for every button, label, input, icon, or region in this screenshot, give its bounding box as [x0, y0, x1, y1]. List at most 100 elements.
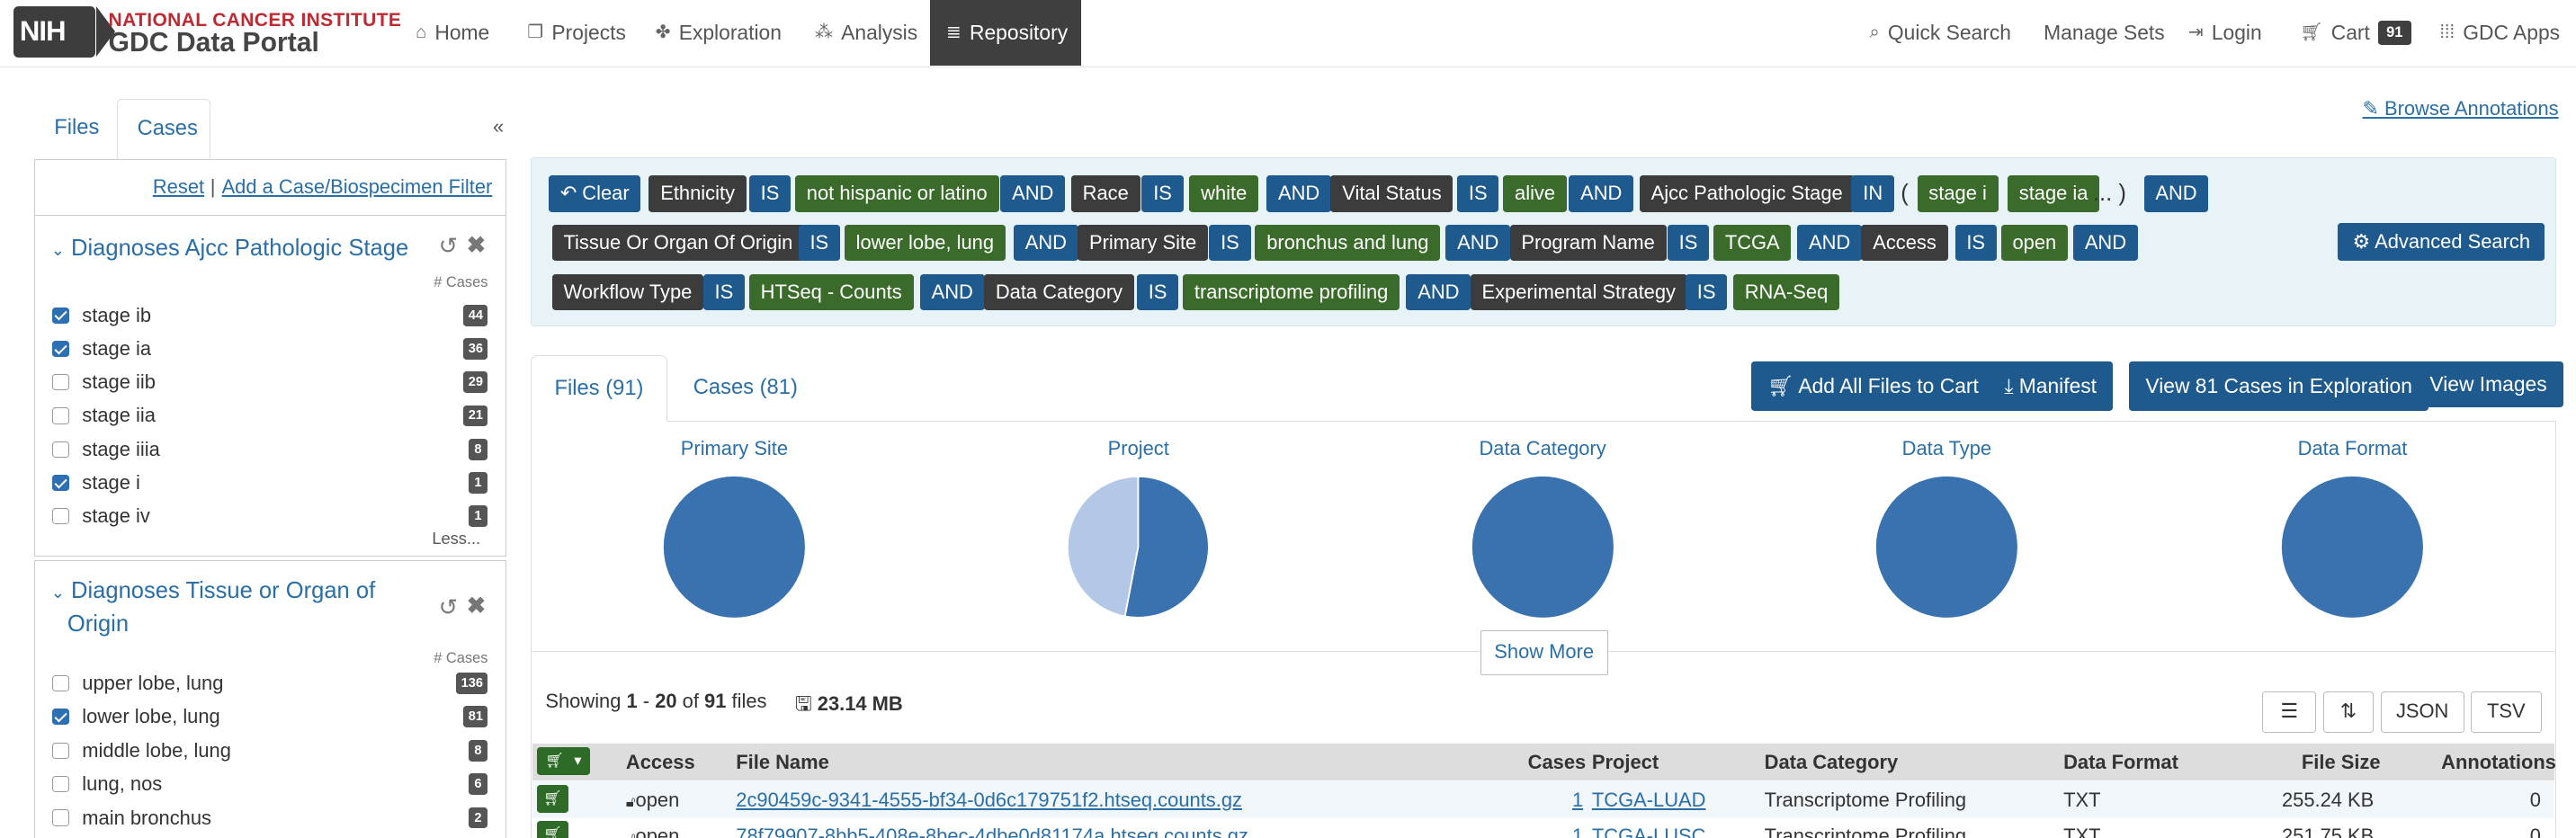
query-value-chip[interactable]: stage ia [2007, 175, 2100, 212]
checkbox[interactable] [52, 508, 69, 525]
nav-analysis[interactable]: ⁂ Analysis [801, 0, 930, 66]
remove-facet-icon[interactable]: ✖ [467, 593, 486, 620]
browse-annotations-link[interactable]: ✎ Browse Annotations [2363, 97, 2559, 120]
col-annotations[interactable]: Annotations [2441, 751, 2556, 774]
chart-title[interactable]: Data Format [2221, 437, 2483, 460]
add-to-cart-button[interactable]: 🛒︎ [537, 821, 568, 838]
query-value-chip[interactable]: transcriptome profiling [1183, 274, 1400, 311]
facet-option[interactable]: stage iiia 8 [52, 436, 488, 462]
tsv-export-button[interactable]: TSV [2471, 691, 2542, 733]
col-project[interactable]: Project [1592, 751, 1659, 774]
facet-stage-title[interactable]: ⌄ Diagnoses Ajcc Pathologic Stage [51, 232, 409, 267]
checkbox[interactable] [52, 374, 69, 391]
nav-repository[interactable]: ≣ Repository [929, 0, 1081, 67]
advanced-search-button[interactable]: ⚙ Advanced Search [2338, 223, 2545, 262]
view-cases-exploration-button[interactable]: View 81 Cases in Exploration [2129, 361, 2429, 411]
add-all-to-cart-button[interactable]: 🛒︎ Add All Files to Cart [1751, 361, 1996, 411]
col-data-format[interactable]: Data Format [2063, 751, 2178, 774]
nav-exploration[interactable]: ✤ Exploration [642, 0, 794, 66]
checkbox[interactable] [52, 674, 69, 691]
col-file-size[interactable]: File Size [2302, 751, 2381, 774]
pie-slice[interactable] [1067, 475, 1140, 618]
cart[interactable]: 🛒︎ Cart 91 [2286, 0, 2424, 66]
tab-cases[interactable]: Cases [116, 98, 210, 161]
facet-option[interactable]: lung, nos 6 [52, 771, 488, 798]
query-value-chip[interactable]: alive [1503, 175, 1567, 212]
query-value-chip[interactable]: lower lobe, lung [844, 225, 1006, 262]
facet-option[interactable]: stage ib 44 [52, 302, 488, 328]
remove-facet-icon[interactable]: ✖ [467, 232, 486, 259]
query-value-chip[interactable]: HTSeq - Counts [748, 274, 914, 311]
facet-option[interactable]: middle lobe, lung 8 [52, 737, 488, 763]
quick-search[interactable]: ⌕ Quick Search [1856, 0, 2025, 66]
pie-slice[interactable] [2281, 476, 2424, 618]
gdc-apps[interactable]: ⁞⁞⁞ GDC Apps [2427, 0, 2573, 66]
pie-slice[interactable] [663, 476, 805, 618]
chart-title[interactable]: Project [1007, 437, 1270, 460]
facet-option[interactable]: upper lobe, lung 136 [52, 670, 488, 696]
column-list-button[interactable]: ☰ [2262, 691, 2317, 733]
pie-slice[interactable] [1471, 476, 1614, 618]
facet-option[interactable]: stage iib 29 [52, 370, 488, 396]
tab-files-results[interactable]: Files (91) [530, 354, 667, 423]
checkbox[interactable] [52, 709, 69, 726]
col-access[interactable]: Access [626, 751, 695, 774]
chart-title[interactable]: Data Category [1411, 437, 1674, 460]
clear-query-button[interactable]: ↶ Clear [549, 175, 641, 212]
sort-button[interactable]: ⇅ [2322, 691, 2375, 733]
chart-title[interactable]: Data Type [1815, 437, 2078, 460]
manifest-button[interactable]: ⤓ Manifest [1988, 361, 2114, 411]
query-value-chip[interactable]: open [2000, 225, 2068, 262]
json-export-button[interactable]: JSON [2380, 691, 2464, 733]
brand-portal[interactable]: GDC Data Portal [109, 28, 319, 58]
facet-option[interactable]: stage iia 21 [52, 403, 488, 429]
nav-home[interactable]: ⌂ Home [402, 0, 502, 66]
cases-count-link[interactable]: 1 [1572, 789, 1583, 812]
checkbox[interactable] [52, 441, 69, 458]
project-link[interactable]: TCGA-LUAD [1592, 789, 1706, 812]
add-to-cart-button[interactable]: 🛒︎ [537, 785, 568, 814]
query-value-chip[interactable]: RNA-Seq [1732, 274, 1840, 311]
view-images-button[interactable]: View Images [2413, 361, 2563, 407]
file-name-link[interactable]: 78f79907-8bb5-408e-8bec-4dbe0d81174a.hts… [736, 825, 1248, 838]
checkbox[interactable] [52, 474, 69, 492]
query-value-chip[interactable]: bronchus and lung [1255, 225, 1441, 262]
cart-all-dropdown[interactable]: 🛒︎ ▾ [537, 747, 590, 776]
col-cases[interactable]: Cases [1528, 751, 1587, 774]
manage-sets[interactable]: Manage Sets [2031, 0, 2178, 66]
tab-files[interactable]: Files [34, 99, 119, 161]
reset-facet-icon[interactable]: ↺ [439, 233, 458, 260]
query-value-chip[interactable]: TCGA [1713, 225, 1792, 262]
checkbox[interactable] [52, 340, 69, 358]
cases-count-link[interactable]: 1 [1572, 825, 1583, 838]
file-name-link[interactable]: 2c90459c-9341-4555-bf34-0d6c179751f2.hts… [736, 789, 1242, 812]
col-file-name[interactable]: File Name [736, 751, 829, 774]
facet-tissue-title[interactable]: ⌄ Diagnoses Tissue or Organ of [51, 575, 376, 610]
facet-option[interactable]: stage i 1 [52, 469, 488, 495]
checkbox[interactable] [52, 742, 69, 759]
query-value-chip[interactable]: stage i [1917, 175, 1999, 212]
checkbox[interactable] [52, 407, 69, 424]
pie-slice[interactable] [1875, 476, 2017, 618]
facet-option[interactable]: lower lobe, lung 81 [52, 704, 488, 730]
checkbox[interactable] [52, 776, 69, 793]
chart-title[interactable]: Primary Site [603, 437, 865, 460]
facet-option[interactable]: stage iv 1 [52, 504, 488, 530]
reset-facet-icon[interactable]: ↺ [439, 594, 458, 621]
reset-link[interactable]: Reset [153, 175, 204, 199]
nav-projects[interactable]: ❐ Projects [514, 0, 640, 66]
add-filter-link[interactable]: Add a Case/Biospecimen Filter [222, 175, 493, 199]
less-link[interactable]: Less... [432, 529, 480, 548]
tab-cases-results[interactable]: Cases (81) [670, 355, 820, 423]
facet-option[interactable]: stage ia 36 [52, 335, 488, 361]
login[interactable]: ⇥ Login [2175, 0, 2275, 66]
nih-logo[interactable]: NIH [13, 6, 115, 58]
project-link[interactable]: TCGA-LUSC [1592, 825, 1706, 838]
checkbox[interactable] [52, 809, 69, 826]
col-data-category[interactable]: Data Category [1765, 751, 1899, 774]
facet-option[interactable]: main bronchus 2 [52, 805, 488, 831]
checkbox[interactable] [52, 307, 69, 324]
collapse-sidebar-icon[interactable]: « [493, 115, 504, 138]
query-value-chip[interactable]: white [1189, 175, 1259, 212]
query-value-chip[interactable]: not hispanic or latino [795, 175, 999, 212]
